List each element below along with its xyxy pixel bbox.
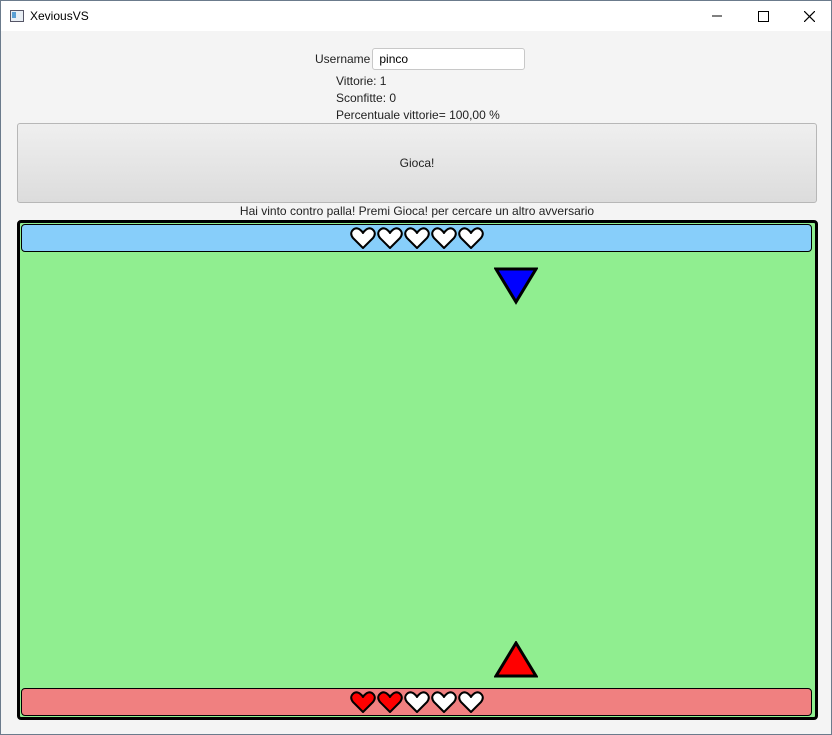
opponent-lives-bar	[21, 224, 812, 252]
close-button[interactable]	[786, 1, 832, 31]
heart-icon	[403, 227, 430, 249]
username-label: Username	[315, 52, 371, 66]
heart-icon	[349, 227, 376, 249]
minimize-button[interactable]	[694, 1, 740, 31]
username-row: Username	[315, 47, 526, 71]
heart-icon	[457, 691, 484, 713]
player-lives-bar	[21, 688, 812, 716]
wins-stat: Vittorie: 1	[336, 74, 387, 88]
heart-icon	[430, 227, 457, 249]
losses-stat: Sconfitte: 0	[336, 91, 397, 105]
heart-icon	[430, 691, 457, 713]
window-title: XeviousVS	[30, 9, 89, 23]
maximize-button[interactable]	[740, 1, 786, 31]
main-content: Username Vittorie: 1 Sconfitte: 0 Percen…	[1, 31, 831, 734]
maximize-icon	[757, 10, 769, 22]
opponent-hearts	[349, 226, 484, 250]
opponent-ship	[494, 267, 538, 305]
app-window: XeviousVS Username Vittorie: 1 Sconfitte…	[0, 0, 832, 735]
close-icon	[803, 10, 815, 22]
heart-icon	[457, 227, 484, 249]
play-button[interactable]: Gioca!	[17, 123, 817, 203]
heart-icon	[376, 691, 403, 713]
minimize-icon	[712, 15, 722, 17]
game-field	[17, 220, 818, 720]
heart-icon	[349, 691, 376, 713]
player-hearts	[349, 690, 484, 714]
player-ship	[494, 641, 538, 678]
title-bar: XeviousVS	[1, 1, 831, 31]
heart-icon	[376, 227, 403, 249]
status-message: Hai vinto contro palla! Premi Gioca! per…	[239, 204, 595, 218]
win-rate-stat: Percentuale vittorie= 100,00 %	[336, 108, 500, 122]
username-input[interactable]	[372, 48, 526, 70]
heart-icon	[403, 691, 430, 713]
app-window-icon	[10, 10, 24, 22]
